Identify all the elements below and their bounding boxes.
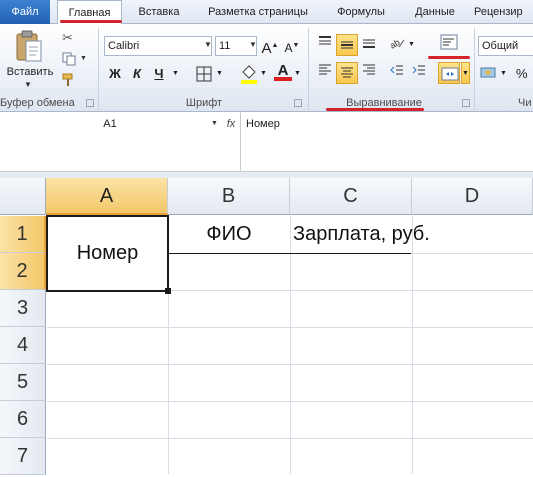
decrease-indent-icon[interactable] bbox=[386, 62, 408, 84]
underline-button[interactable]: Ч bbox=[148, 63, 170, 85]
clipboard-dialog-launcher-icon[interactable] bbox=[86, 99, 94, 107]
copy-dropdown-icon[interactable]: ▼ bbox=[80, 55, 87, 62]
formula-bar-separator bbox=[240, 112, 241, 172]
ribbon-group-separator bbox=[98, 28, 99, 110]
fill-handle[interactable] bbox=[165, 288, 171, 294]
merge-center-button[interactable] bbox=[438, 62, 460, 84]
increase-indent-icon[interactable] bbox=[408, 62, 430, 84]
tab-data[interactable]: Данные bbox=[404, 0, 466, 24]
align-middle-icon[interactable] bbox=[336, 34, 358, 56]
paste-button-label[interactable]: Вставить bbox=[6, 66, 54, 78]
tab-insert[interactable]: Вставка bbox=[128, 0, 190, 24]
row-header-2[interactable]: 2 bbox=[0, 253, 46, 290]
cell-c1[interactable]: Зарплата, руб. bbox=[293, 216, 430, 253]
tab-page-layout[interactable]: Разметка страницы bbox=[196, 0, 320, 24]
home-tab-annotation-underline bbox=[60, 20, 122, 23]
name-box[interactable]: A1 bbox=[0, 115, 220, 133]
percent-button[interactable]: % bbox=[516, 66, 528, 81]
column-header-d[interactable]: D bbox=[412, 178, 533, 215]
formula-input[interactable]: Номер bbox=[246, 115, 280, 133]
font-dialog-launcher-icon[interactable] bbox=[294, 99, 302, 107]
tab-file[interactable]: Файл bbox=[0, 0, 50, 24]
wrap-text-annotation-underline bbox=[428, 56, 470, 59]
orientation-icon[interactable]: ab bbox=[386, 34, 408, 56]
font-name-dropdown-icon[interactable]: ▼ bbox=[204, 40, 212, 49]
bold-button[interactable]: Ж bbox=[104, 63, 126, 85]
row-header-6[interactable]: 6 bbox=[0, 401, 46, 438]
italic-button[interactable]: К bbox=[126, 63, 148, 85]
number-format-select[interactable]: Общий bbox=[478, 36, 533, 56]
align-left-icon[interactable] bbox=[314, 62, 336, 84]
currency-format-icon[interactable] bbox=[480, 64, 498, 82]
column-header-c[interactable]: C bbox=[290, 178, 412, 215]
clipboard-group-label: Буфер обмена bbox=[0, 97, 75, 109]
merged-cell-a1-a2[interactable]: Номер bbox=[46, 215, 169, 292]
fill-color-icon[interactable] bbox=[240, 64, 258, 84]
row-header-7[interactable]: 7 bbox=[0, 438, 46, 475]
tab-formulas[interactable]: Формулы bbox=[326, 0, 396, 24]
align-top-icon[interactable] bbox=[314, 34, 336, 56]
cut-icon[interactable]: ✂ bbox=[62, 30, 73, 46]
column-header-a[interactable]: A bbox=[46, 178, 168, 215]
svg-text:ab: ab bbox=[388, 37, 402, 50]
select-all-corner[interactable] bbox=[0, 178, 46, 215]
font-name-select[interactable]: Calibri bbox=[104, 36, 212, 56]
cell-b1[interactable]: ФИО bbox=[168, 216, 290, 253]
ribbon-group-separator bbox=[474, 28, 475, 110]
currency-dropdown-icon[interactable]: ▼ bbox=[500, 70, 507, 77]
paste-dropdown-icon[interactable]: ▼ bbox=[24, 80, 32, 89]
orientation-dropdown-icon[interactable]: ▼ bbox=[408, 41, 415, 48]
font-color-icon[interactable]: A bbox=[274, 62, 292, 84]
merge-center-dropdown-icon[interactable]: ▼ bbox=[461, 62, 470, 84]
tab-review[interactable]: Рецензир bbox=[474, 0, 533, 24]
fill-color-dropdown-icon[interactable]: ▼ bbox=[260, 70, 267, 77]
format-painter-icon[interactable] bbox=[62, 73, 76, 87]
row-header-1[interactable]: 1 bbox=[0, 216, 46, 253]
row-header-5[interactable]: 5 bbox=[0, 364, 46, 401]
font-color-dropdown-icon[interactable]: ▼ bbox=[294, 70, 301, 77]
borders-dropdown-icon[interactable]: ▼ bbox=[216, 70, 223, 77]
insert-function-icon[interactable]: fx bbox=[222, 112, 240, 136]
font-group-label: Шрифт bbox=[185, 97, 223, 109]
align-bottom-icon[interactable] bbox=[358, 34, 380, 56]
borders-icon[interactable] bbox=[196, 66, 212, 82]
grow-font-icon[interactable]: A▲ bbox=[259, 35, 281, 57]
font-size-dropdown-icon[interactable]: ▼ bbox=[249, 40, 257, 49]
underline-dropdown-icon[interactable]: ▼ bbox=[172, 70, 179, 77]
align-center-icon[interactable] bbox=[336, 62, 358, 84]
wrap-text-icon[interactable] bbox=[438, 32, 460, 54]
paste-icon[interactable] bbox=[14, 30, 44, 64]
ribbon-group-separator bbox=[308, 28, 309, 110]
column-header-b[interactable]: B bbox=[168, 178, 290, 215]
shrink-font-icon[interactable]: A▼ bbox=[281, 35, 303, 57]
copy-icon[interactable] bbox=[62, 52, 76, 66]
align-right-icon[interactable] bbox=[358, 62, 380, 84]
number-group-label: Чи bbox=[518, 97, 532, 109]
alignment-annotation-underline bbox=[326, 108, 424, 111]
row-header-4[interactable]: 4 bbox=[0, 327, 46, 364]
row-header-3[interactable]: 3 bbox=[0, 290, 46, 327]
name-box-dropdown-icon[interactable]: ▼ bbox=[211, 120, 218, 127]
alignment-dialog-launcher-icon[interactable] bbox=[462, 99, 470, 107]
cell-a1-text: Номер bbox=[76, 242, 139, 264]
